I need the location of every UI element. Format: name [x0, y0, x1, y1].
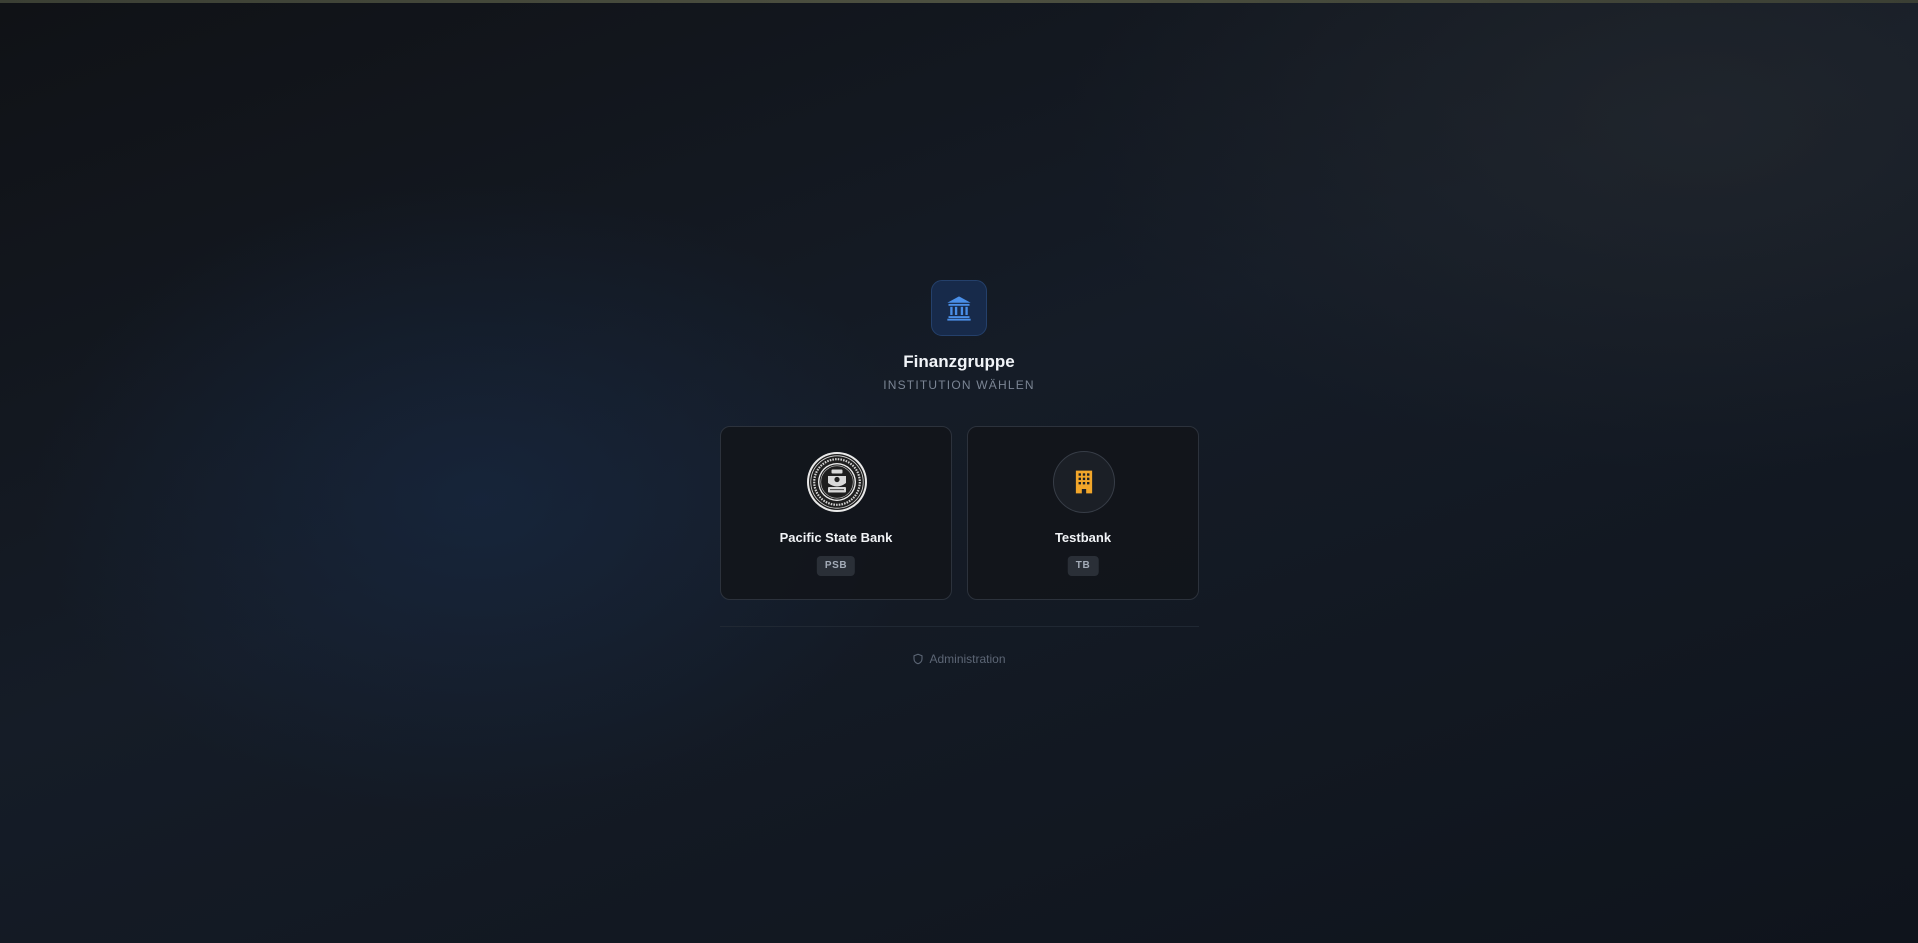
building-icon	[1075, 470, 1093, 494]
institution-name: Testbank	[1054, 530, 1112, 545]
institution-logo-psb	[806, 451, 868, 513]
institution-code-badge: TB	[1067, 556, 1099, 576]
app-logo	[931, 280, 987, 336]
institution-code-badge: PSB	[816, 556, 856, 576]
institution-card-tb[interactable]: Testbank TB	[967, 426, 1199, 600]
page-subtitle: INSTITUTION WÄHLEN	[883, 378, 1035, 392]
bank-icon	[947, 296, 971, 321]
pacific-state-bank-seal	[807, 452, 867, 512]
institution-card-psb[interactable]: Pacific State Bank PSB	[720, 426, 952, 600]
administration-label: Administration	[929, 652, 1006, 666]
footer-divider	[720, 626, 1199, 627]
top-accent-bar	[0, 0, 1918, 3]
institution-logo-tb	[1053, 451, 1115, 513]
page-title: Finanzgruppe	[903, 352, 1015, 371]
institution-name: Pacific State Bank	[779, 530, 893, 545]
administration-link[interactable]: Administration	[0, 651, 1918, 667]
shield-icon	[913, 653, 924, 665]
